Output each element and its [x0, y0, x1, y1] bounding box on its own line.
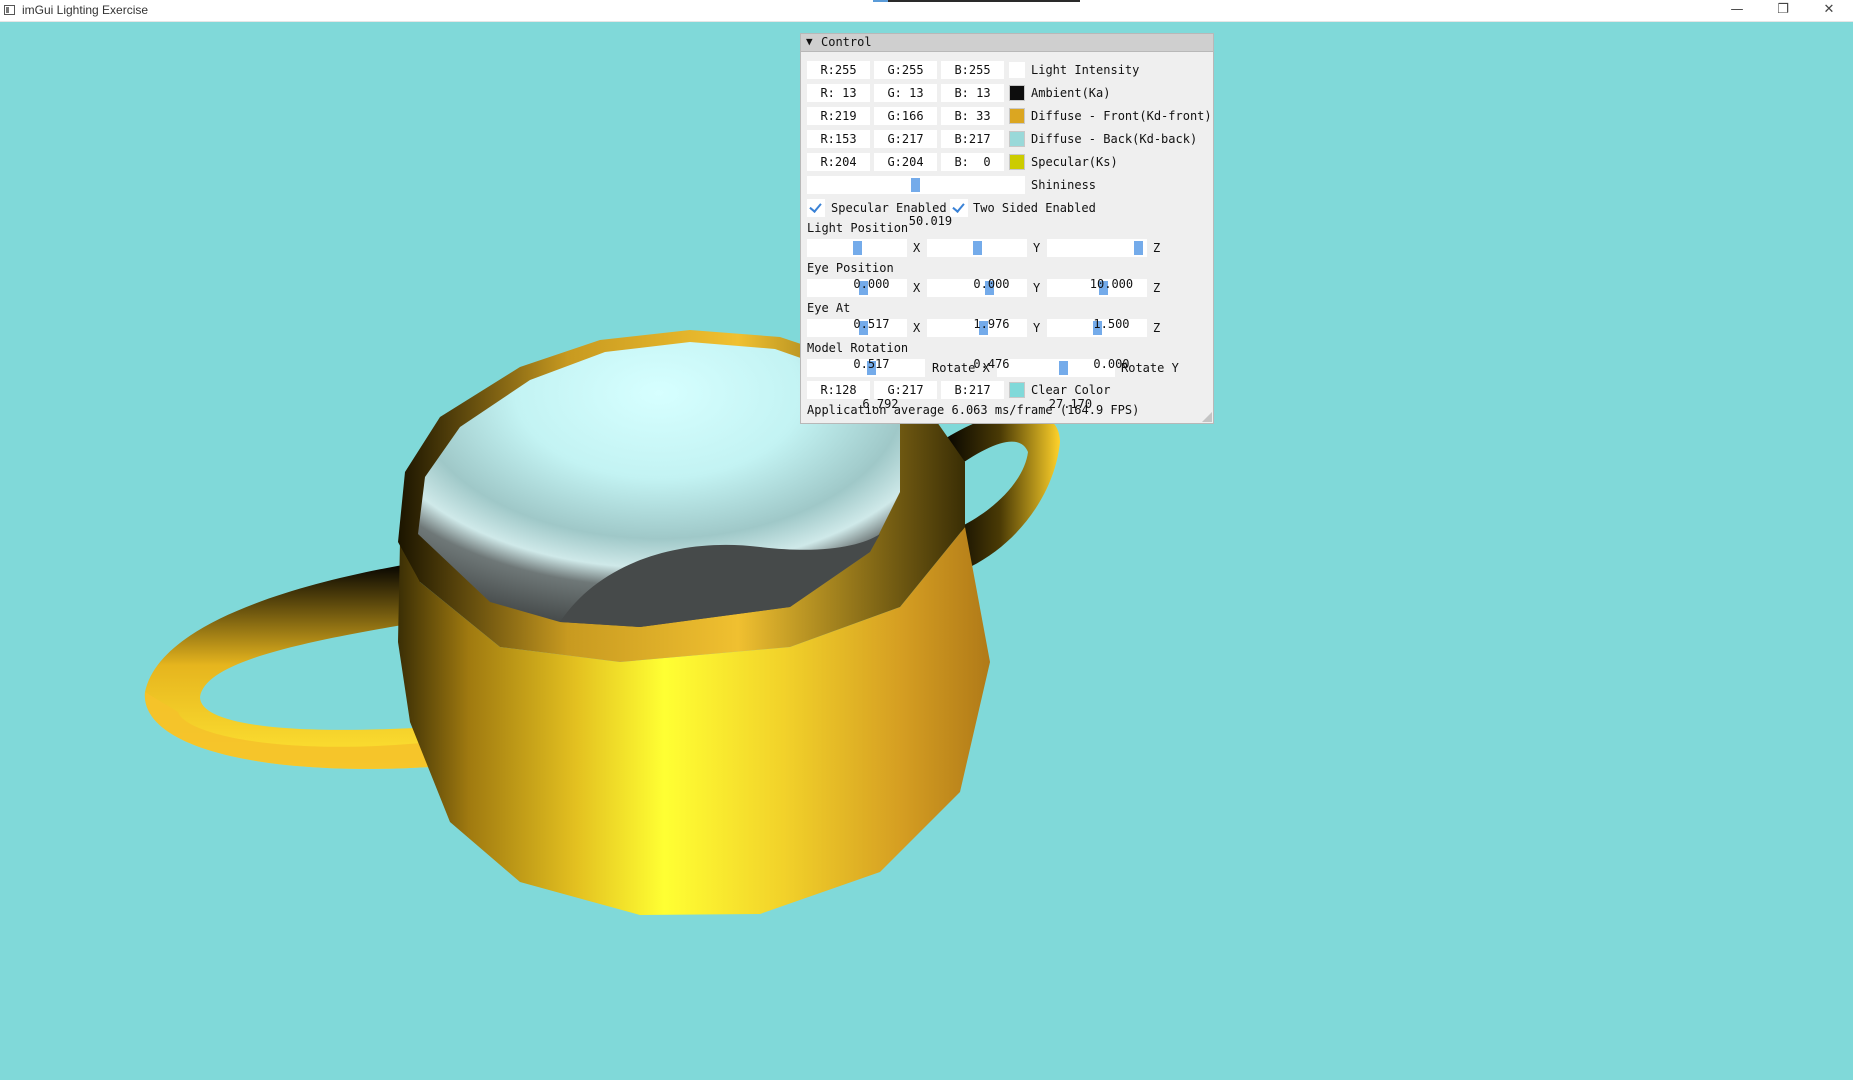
eye-position-z-label: Z [1153, 281, 1161, 295]
diffuse-back-swatch[interactable] [1009, 131, 1025, 147]
eye-at-y-value: 0.476 [973, 357, 1010, 371]
eye-position-y-value: 1.976 [973, 317, 1010, 331]
resize-grip[interactable] [1202, 412, 1212, 422]
specular-g-field[interactable]: G:204 [874, 153, 937, 171]
rotate-y-value: 27.170 [1048, 397, 1093, 411]
light-position-z-label: Z [1153, 241, 1161, 255]
diffuse-back-label: Diffuse - Back(Kd-back) [1031, 132, 1198, 146]
shininess-label: Shininess [1031, 178, 1097, 192]
light-position-x-slider[interactable]: 0.000 [807, 239, 907, 291]
diffuse-back-g-field[interactable]: G:217 [874, 130, 937, 148]
titlebar-accent-blue [873, 0, 888, 2]
light-intensity-label: Light Intensity [1031, 63, 1140, 77]
eye-at-z-label: Z [1153, 321, 1161, 335]
light-position-y-label: Y [1033, 241, 1041, 255]
ambient-r-field[interactable]: R: 13 [807, 84, 870, 102]
control-panel-title: Control [821, 35, 872, 49]
control-panel-header[interactable]: ▼ Control [801, 34, 1213, 52]
light-position-x-label: X [913, 241, 921, 255]
two-sided-enabled-checkbox[interactable] [950, 199, 968, 217]
light-intensity-r-field[interactable]: R:255 [807, 61, 870, 79]
light-intensity-b-field[interactable]: B:255 [941, 61, 1004, 79]
eye-at-x-value: 0.517 [853, 357, 890, 371]
shininess-slider[interactable]: 50.019 [807, 176, 1025, 228]
diffuse-front-swatch[interactable] [1009, 108, 1025, 124]
light-position-heading: Light Position [807, 221, 909, 235]
diffuse-front-r-field[interactable]: R:219 [807, 107, 870, 125]
clear-color-r-field[interactable]: R:128 [807, 381, 870, 399]
light-position-x-value: 0.000 [853, 277, 890, 291]
restore-button[interactable]: ❐ [1760, 0, 1806, 22]
shininess-slider-grab[interactable] [911, 178, 920, 192]
window-title: imGui Lighting Exercise [22, 3, 149, 17]
app-window-icon [4, 5, 15, 15]
light-position-z-value: 10.000 [1089, 277, 1134, 291]
eye-at-heading: Eye At [807, 301, 851, 315]
eye-at-x-label: X [913, 321, 921, 335]
eye-position-heading: Eye Position [807, 261, 894, 275]
ambient-g-field[interactable]: G: 13 [874, 84, 937, 102]
close-button[interactable]: ✕ [1806, 0, 1852, 22]
specular-label: Specular(Ks) [1031, 155, 1118, 169]
clear-color-b-field[interactable]: B:217 [941, 381, 1004, 399]
eye-at-z-value: 0.000 [1093, 357, 1130, 371]
light-intensity-swatch[interactable] [1009, 62, 1025, 78]
clear-color-swatch[interactable] [1009, 382, 1025, 398]
control-panel[interactable]: ▼ Control R:255 G:255 B:255 Light Intens… [800, 33, 1214, 424]
ambient-b-field[interactable]: B: 13 [941, 84, 1004, 102]
ambient-label: Ambient(Ka) [1031, 86, 1111, 100]
specular-b-field[interactable]: B: 0 [941, 153, 1004, 171]
diffuse-back-r-field[interactable]: R:153 [807, 130, 870, 148]
light-intensity-g-field[interactable]: G:255 [874, 61, 937, 79]
specular-enabled-checkbox[interactable] [807, 199, 825, 217]
light-position-z-slider[interactable]: 10.000 [1047, 239, 1147, 291]
minimize-button[interactable]: — [1714, 0, 1760, 22]
eye-position-x-label: X [913, 281, 921, 295]
light-position-y-slider[interactable]: 0.000 [927, 239, 1027, 291]
diffuse-back-b-field[interactable]: B:217 [941, 130, 1004, 148]
light-position-y-grab[interactable] [973, 241, 982, 255]
eye-position-z-value: 1.500 [1093, 317, 1130, 331]
light-position-x-grab[interactable] [853, 241, 862, 255]
two-sided-enabled-label: Two Sided Enabled [973, 201, 1096, 215]
specular-swatch[interactable] [1009, 154, 1025, 170]
collapse-arrow-icon[interactable]: ▼ [806, 35, 813, 48]
eye-at-y-label: Y [1033, 321, 1041, 335]
light-position-z-grab[interactable] [1134, 241, 1143, 255]
model-rotation-heading: Model Rotation [807, 341, 909, 355]
eye-position-y-label: Y [1033, 281, 1041, 295]
light-position-y-value: 0.000 [973, 277, 1010, 291]
diffuse-front-b-field[interactable]: B: 33 [941, 107, 1004, 125]
diffuse-front-label: Diffuse - Front(Kd-front) [1031, 109, 1212, 123]
shininess-value: 50.019 [908, 214, 953, 228]
diffuse-front-g-field[interactable]: G:166 [874, 107, 937, 125]
window-titlebar[interactable]: imGui Lighting Exercise — ❐ ✕ [0, 0, 1853, 22]
specular-r-field[interactable]: R:204 [807, 153, 870, 171]
ambient-swatch[interactable] [1009, 85, 1025, 101]
titlebar-accent-dark [888, 0, 1080, 2]
eye-position-x-value: 0.517 [853, 317, 890, 331]
rotate-x-value: 6.792 [862, 397, 899, 411]
rotate-y-grab[interactable] [1059, 361, 1068, 375]
